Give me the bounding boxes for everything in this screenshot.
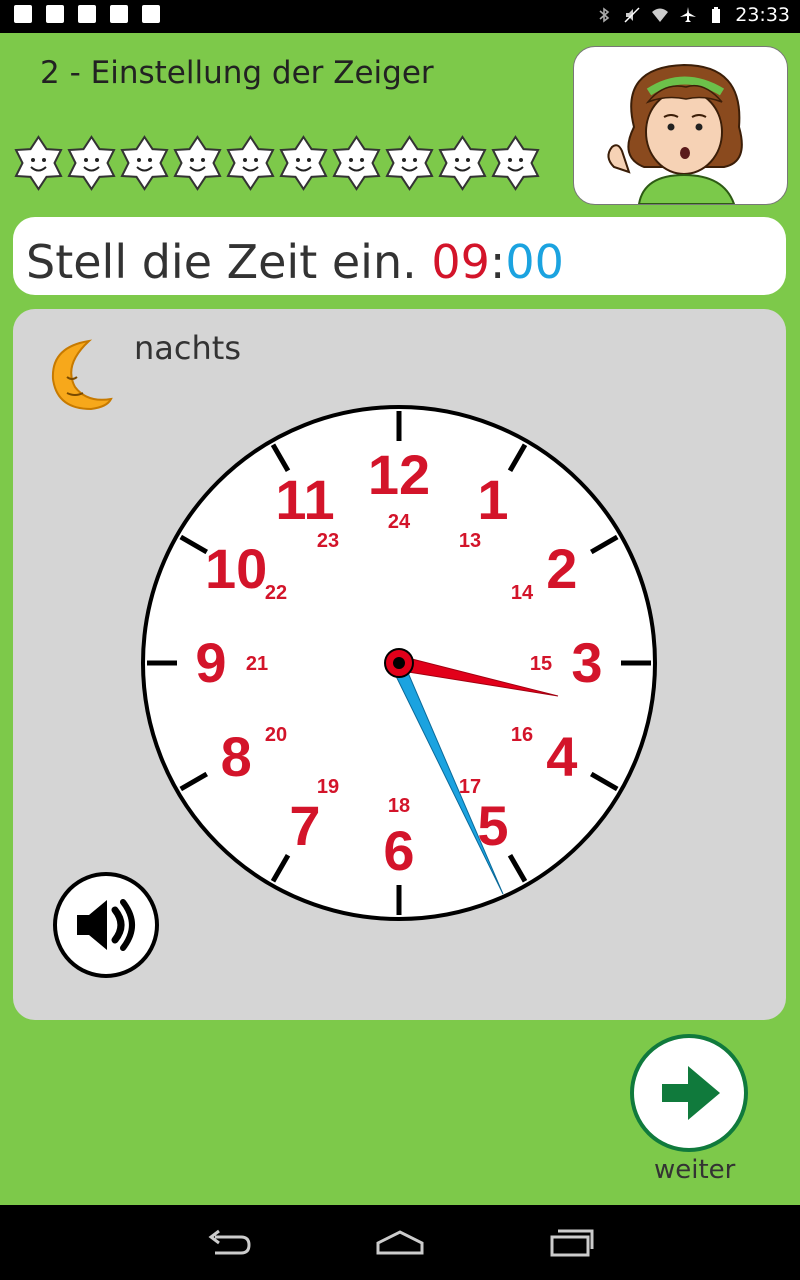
clock-24h-number: 22 (265, 582, 287, 604)
wifi-icon (652, 8, 669, 22)
clock-24h-number: 17 (459, 776, 481, 798)
home-icon[interactable] (375, 1229, 425, 1257)
task-prompt: Stell die Zeit ein. 09:00 (13, 217, 786, 295)
sound-button[interactable] (53, 872, 159, 978)
star-icon (173, 135, 222, 191)
star-icon (438, 135, 487, 191)
airplane-icon (680, 7, 697, 22)
clock-face[interactable]: 12 1234567891011 241314151617181920212223 (138, 402, 660, 924)
target-hours: 09 (431, 235, 490, 289)
progress-stars (12, 133, 542, 193)
clock-24h-number: 15 (530, 653, 552, 675)
clock-hour-number: 3 (571, 631, 602, 694)
star-icon (120, 135, 169, 191)
target-minutes: 00 (505, 235, 564, 289)
recent-apps-icon[interactable] (548, 1227, 596, 1259)
battery-icon (712, 7, 721, 23)
status-time: 23:33 (735, 4, 790, 26)
status-bar: 23:33 (0, 0, 800, 33)
clock-24h-number: 16 (511, 724, 533, 746)
clock-hour-number: 4 (546, 725, 577, 788)
bluetooth-icon (599, 7, 610, 23)
clock-24h-number: 18 (388, 795, 410, 817)
moon-icon (51, 339, 113, 411)
image-icon (14, 5, 32, 23)
next-button[interactable] (630, 1034, 748, 1152)
clipboard-check-icon (110, 5, 128, 23)
clock-hour-number: 6 (383, 819, 414, 882)
daytime-label: nachts (134, 329, 241, 367)
gmail-icon (46, 5, 64, 23)
clock-hour-number: 1 (477, 468, 508, 531)
clock-hour-number: 11 (275, 468, 334, 531)
clock-24h-number: 24 (388, 511, 411, 533)
clock-hour-number: 8 (221, 725, 252, 788)
star-icon (332, 135, 381, 191)
app-content: 2 - Einstellung der Zeiger Stell die Zei… (0, 33, 800, 1205)
download-icon (78, 5, 96, 23)
navigation-bar (0, 1205, 800, 1280)
girl-character-image (607, 63, 743, 204)
mute-icon (624, 7, 640, 23)
back-icon[interactable] (205, 1229, 253, 1259)
star-icon (226, 135, 275, 191)
clock-24h-number: 23 (317, 530, 339, 552)
avatar (573, 46, 788, 205)
star-icon (279, 135, 328, 191)
star-icon (67, 135, 116, 191)
clock-24h-number: 19 (317, 776, 339, 798)
star-icon (491, 135, 540, 191)
clock-hour-number: 10 (205, 537, 267, 600)
clock-hour-number: 2 (546, 537, 577, 600)
clock-24h-number: 21 (246, 653, 268, 675)
clock-center-dot (393, 657, 405, 669)
speaker-icon (77, 899, 135, 951)
clock-hour-number: 12 (368, 443, 430, 506)
clock-24h-number: 14 (511, 582, 534, 604)
clock-24h-number: 20 (265, 724, 287, 746)
star-icon (385, 135, 434, 191)
arrow-right-icon (662, 1066, 720, 1120)
clock-24h-number: 13 (459, 530, 481, 552)
clock-hour-number: 7 (289, 794, 320, 857)
page-title: 2 - Einstellung der Zeiger (40, 55, 434, 91)
next-label: weiter (654, 1155, 736, 1185)
shopping-bag-icon (142, 5, 160, 23)
clock-panel: nachts 12 1 2 3 4 5 6 7 8 9 10 11 24 13 14 15 16 17 18 19 2… (13, 309, 786, 1020)
star-icon (14, 135, 63, 191)
prompt-text: Stell die Zeit ein. (26, 235, 417, 289)
time-separator: : (489, 235, 506, 289)
clock-hour-number: 9 (195, 631, 226, 694)
